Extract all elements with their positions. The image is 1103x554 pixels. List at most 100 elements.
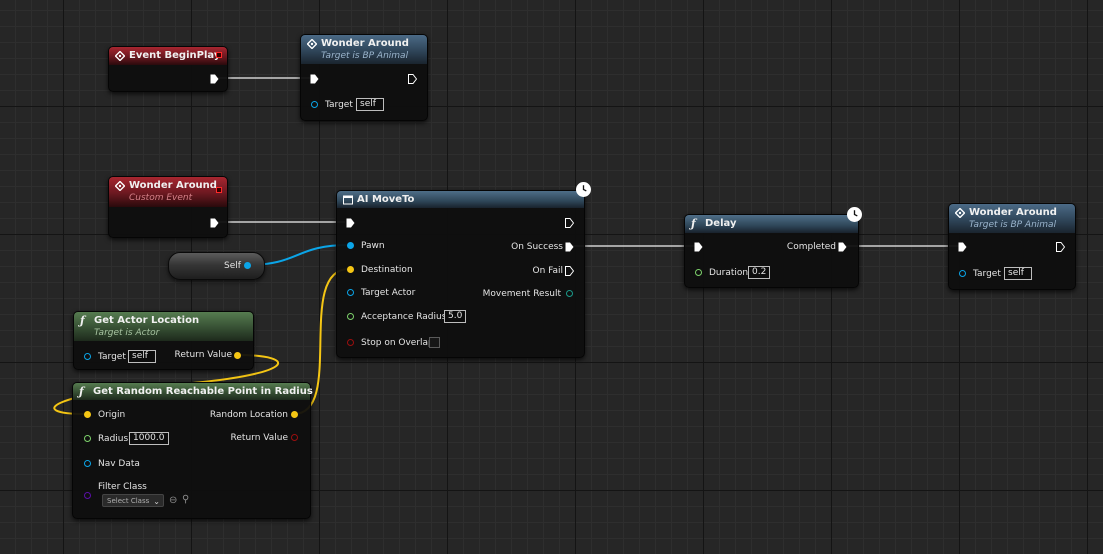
destination-label: Destination (361, 265, 413, 275)
target-self-field[interactable]: self (128, 350, 156, 363)
node-title: Event BeginPlay (129, 50, 221, 61)
function-f-icon: ƒ (691, 217, 696, 230)
filter-class-dropdown[interactable]: Select Class ⌄ (102, 494, 164, 507)
random-location-label: Random Location (209, 410, 288, 420)
node-title: Delay (705, 218, 737, 229)
target-self-field[interactable]: self (356, 98, 384, 111)
node-header: Wonder Around Target is BP Animal (949, 204, 1075, 233)
get-random-reachable-point-node[interactable]: ƒ Get Random Reachable Point in Radius O… (72, 382, 313, 519)
nav-data-pin[interactable] (84, 460, 91, 467)
random-location-pin[interactable] (291, 411, 298, 418)
exec-in-pin[interactable] (310, 74, 319, 84)
stop-on-overlap-pin[interactable] (347, 339, 354, 346)
completed-pin[interactable] (838, 242, 847, 252)
delay-node[interactable]: ƒ Delay Completed Duration 0.2 (684, 214, 859, 288)
target-label: Target (973, 269, 1001, 279)
exec-in-pin[interactable] (694, 242, 703, 252)
origin-pin[interactable] (84, 411, 91, 418)
target-actor-pin[interactable] (347, 289, 354, 296)
node-header: Wonder Around Custom Event (109, 177, 227, 207)
target-self-field[interactable]: self (1004, 267, 1032, 280)
acceptance-radius-field[interactable]: 5.0 (444, 310, 466, 323)
clock-icon (847, 207, 862, 222)
exec-out-pin[interactable] (1056, 242, 1065, 252)
exec-out-pin[interactable] (210, 74, 219, 84)
node-title: Get Random Reachable Point in Radius (93, 386, 313, 397)
radius-label: Radius (98, 434, 129, 444)
return-value-label: Return Value (230, 433, 288, 443)
target-pin[interactable] (311, 101, 318, 108)
target-pin[interactable] (84, 353, 91, 360)
filter-class-pin[interactable] (84, 492, 91, 499)
node-subtitle: Target is Actor (94, 328, 160, 338)
node-header: AI MoveTo (337, 191, 584, 208)
duration-field[interactable]: 0.2 (748, 266, 770, 279)
node-header: ƒ Get Actor Location Target is Actor (74, 312, 253, 341)
exec-out-pin[interactable] (565, 218, 574, 228)
search-icon[interactable]: ⚲ (182, 495, 189, 505)
filter-class-label: Filter Class (98, 482, 147, 492)
self-output-pin[interactable] (244, 262, 251, 269)
stop-on-overlap-label: Stop on Overlap (361, 338, 434, 348)
node-title: Get Actor Location (94, 315, 200, 326)
return-value-label: Return Value (174, 350, 232, 360)
ai-move-to-icon (343, 195, 353, 205)
completed-label: Completed (786, 242, 836, 252)
node-header: Wonder Around Target is BP Animal (301, 35, 427, 64)
on-success-pin[interactable] (565, 242, 574, 252)
reset-arrow-icon[interactable]: ⊖ (169, 496, 177, 506)
event-beginplay-node[interactable]: Event BeginPlay (108, 46, 228, 92)
get-actor-location-node[interactable]: ƒ Get Actor Location Target is Actor Tar… (73, 311, 254, 370)
self-reference-node[interactable]: Self (168, 252, 265, 280)
radius-field[interactable]: 1000.0 (129, 432, 169, 445)
delegate-pin-icon[interactable] (216, 187, 222, 193)
pawn-pin[interactable] (347, 242, 354, 249)
ai-move-to-node[interactable]: AI MoveTo Pawn Destination Target Actor … (336, 190, 585, 358)
on-success-label: On Success (511, 242, 563, 252)
filter-class-value: Select Class (107, 497, 150, 505)
return-value-pin[interactable] (291, 434, 298, 441)
node-title: AI MoveTo (357, 194, 415, 205)
node-header: ƒ Get Random Reachable Point in Radius (73, 383, 313, 400)
destination-pin[interactable] (347, 266, 354, 273)
duration-label: Duration (709, 268, 749, 278)
node-subtitle: Target is BP Animal (969, 220, 1057, 230)
movement-result-pin[interactable] (566, 290, 573, 297)
node-header: Event BeginPlay (109, 47, 227, 65)
target-pin[interactable] (959, 270, 966, 277)
duration-pin[interactable] (695, 269, 702, 276)
function-f-icon: ƒ (80, 314, 85, 327)
node-header: ƒ Delay (685, 215, 858, 233)
radius-pin[interactable] (84, 435, 91, 442)
exec-out-pin[interactable] (210, 218, 219, 228)
node-subtitle: Target is BP Animal (321, 51, 409, 61)
movement-result-label: Movement Result (482, 289, 561, 299)
exec-in-pin[interactable] (346, 218, 355, 228)
target-label: Target (325, 100, 353, 110)
stop-on-overlap-checkbox[interactable] (429, 337, 440, 348)
node-title: Wonder Around (321, 38, 409, 49)
delegate-pin-icon[interactable] (216, 52, 222, 58)
acceptance-radius-label: Acceptance Radius (361, 312, 447, 322)
event-diamond-icon (115, 51, 125, 61)
chevron-down-icon: ⌄ (153, 497, 160, 506)
exec-out-pin[interactable] (408, 74, 417, 84)
event-diamond-icon (115, 181, 125, 191)
function-f-icon (307, 39, 317, 49)
pawn-label: Pawn (361, 241, 385, 251)
wonder-around-call-node-2[interactable]: Wonder Around Target is BP Animal Target… (948, 203, 1076, 290)
on-fail-label: On Fail (532, 266, 563, 276)
clock-icon (576, 182, 591, 197)
on-fail-pin[interactable] (565, 266, 574, 276)
origin-label: Origin (98, 410, 126, 420)
function-f-icon (955, 208, 965, 218)
return-value-pin[interactable] (234, 352, 241, 359)
exec-in-pin[interactable] (958, 242, 967, 252)
wonder-around-call-node-1[interactable]: Wonder Around Target is BP Animal Target… (300, 34, 428, 121)
node-title: Wonder Around (129, 180, 217, 191)
node-title: Wonder Around (969, 207, 1057, 218)
acceptance-radius-pin[interactable] (347, 313, 354, 320)
target-label: Target (98, 352, 126, 362)
custom-event-wonder-around-node[interactable]: Wonder Around Custom Event (108, 176, 228, 238)
function-f-icon: ƒ (79, 385, 84, 398)
